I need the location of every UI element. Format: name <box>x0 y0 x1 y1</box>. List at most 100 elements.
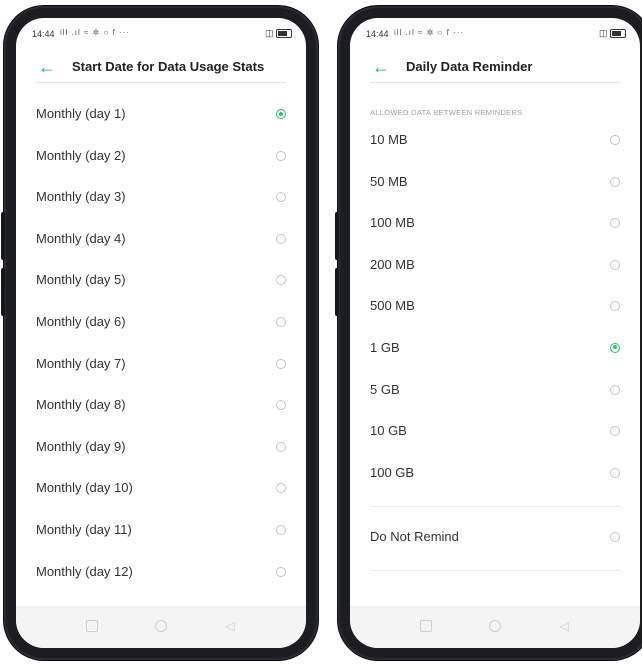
list-item-label: 1 GB <box>370 339 400 355</box>
radio-button-selected[interactable] <box>276 109 286 119</box>
back-icon[interactable]: ◁ <box>558 620 570 632</box>
list-item[interactable]: Monthly (day 3) <box>16 177 306 219</box>
scroll-fade <box>16 586 306 606</box>
list-item[interactable]: Monthly (day 9) <box>16 427 306 469</box>
radio-button[interactable] <box>610 176 620 187</box>
radio-button[interactable] <box>276 524 286 535</box>
radio-button-selected[interactable] <box>610 342 620 353</box>
radio-button[interactable] <box>610 532 620 542</box>
status-bar: 14:44 ill .ıl ≈ ✲ ○ f ··· ◫ <box>350 18 640 44</box>
list-item[interactable]: 200 MB <box>350 245 640 287</box>
list-item[interactable]: Monthly (day 10) <box>16 468 306 510</box>
list-divider <box>370 506 620 507</box>
list-item[interactable]: Monthly (day 11) <box>16 510 306 552</box>
list-item-label: Monthly (day 2) <box>36 147 126 163</box>
radio-button[interactable] <box>276 483 286 494</box>
list-item-label: 100 MB <box>370 215 415 231</box>
screen: 14:44 ill .ıl ≈ ✲ ○ f ··· ◫ ← Start Date… <box>16 18 306 648</box>
back-icon[interactable]: ◁ <box>224 620 236 632</box>
radio-button[interactable] <box>276 441 286 452</box>
list-divider <box>370 570 620 571</box>
list-item-label: Do Not Remind <box>370 529 459 544</box>
status-time: 14:44 <box>366 29 389 39</box>
list-item[interactable]: 50 MB <box>350 162 640 204</box>
radio-button[interactable] <box>276 316 286 327</box>
radio-button[interactable] <box>276 233 286 244</box>
list-item[interactable]: Monthly (day 6) <box>16 302 306 344</box>
radio-button[interactable] <box>610 467 620 478</box>
status-right-icons: ◫ <box>599 28 626 39</box>
radio-button[interactable] <box>610 426 620 437</box>
status-icons: ill .ıl ≈ ✲ ○ f ··· <box>394 28 465 37</box>
list-item[interactable]: Monthly (day 8) <box>16 385 306 427</box>
list-item[interactable]: 10 GB <box>350 411 640 453</box>
home-icon[interactable] <box>155 620 167 632</box>
volume-button <box>335 268 339 316</box>
radio-button[interactable] <box>276 400 286 411</box>
nav-bar: ◁ <box>16 606 306 648</box>
status-right-icons: ◫ <box>265 28 292 39</box>
list-item-label: 50 MB <box>370 173 408 189</box>
radio-button[interactable] <box>276 150 286 161</box>
list-item-label: Monthly (day 5) <box>36 272 126 288</box>
list-item[interactable]: 100 MB <box>350 203 640 245</box>
list-item-label: Monthly (day 1) <box>36 106 126 121</box>
list-item-label: Monthly (day 9) <box>36 438 126 454</box>
volume-button <box>1 268 5 316</box>
home-icon[interactable] <box>489 620 501 632</box>
radio-button[interactable] <box>610 384 620 395</box>
volume-button <box>1 212 5 260</box>
page-title: Start Date for Data Usage Stats <box>72 59 265 74</box>
header-divider <box>370 82 620 83</box>
section-label: ALLOWED DATA BETWEEN REMINDERS <box>370 108 523 117</box>
list-item-do-not-remind[interactable]: Do Not Remind <box>350 517 640 559</box>
list-item[interactable]: 10 MB <box>350 120 640 162</box>
battery-icon <box>276 29 292 39</box>
screen: 14:44 ill .ıl ≈ ✲ ○ f ··· ◫ ← Daily Data… <box>350 18 640 648</box>
radio-button[interactable] <box>276 192 286 203</box>
list-item[interactable]: 500 MB <box>350 286 640 328</box>
list-item-label: 100 GB <box>370 464 415 480</box>
phone-left: 14:44 ill .ıl ≈ ✲ ○ f ··· ◫ ← Start Date… <box>1 6 318 660</box>
radio-button[interactable] <box>610 301 620 312</box>
list-item-label: Monthly (day 6) <box>36 313 126 329</box>
battery-icon <box>610 29 626 39</box>
list-item[interactable]: Monthly (day 2) <box>16 136 306 178</box>
radio-button[interactable] <box>276 566 286 577</box>
status-time: 14:44 <box>32 29 55 39</box>
list-item[interactable]: Monthly (day 4) <box>16 219 306 261</box>
radio-button[interactable] <box>276 358 286 369</box>
back-arrow-icon[interactable]: ← <box>370 56 392 78</box>
recent-apps-icon[interactable] <box>86 620 98 632</box>
list-item[interactable]: Monthly (day 7) <box>16 344 306 386</box>
nav-bar: ◁ <box>350 606 640 648</box>
list-item-label: 500 MB <box>370 298 415 314</box>
vibrate-icon: ◫ <box>264 28 274 38</box>
radio-button[interactable] <box>610 135 620 145</box>
list-item[interactable]: Monthly (day 1) <box>16 94 306 136</box>
list-item-label: Monthly (day 3) <box>36 189 126 205</box>
start-date-list: Monthly (day 1) Monthly (day 2) Monthly (d… <box>16 94 306 635</box>
radio-button[interactable] <box>610 259 620 270</box>
vibrate-icon: ◫ <box>598 28 608 38</box>
list-item[interactable]: 1 GB <box>350 328 640 370</box>
list-item-label: Monthly (day 11) <box>36 521 132 537</box>
list-item-label: Monthly (day 4) <box>36 230 126 246</box>
list-item[interactable]: 100 GB <box>350 453 640 495</box>
radio-button[interactable] <box>276 275 286 286</box>
list-item[interactable]: 5 GB <box>350 370 640 412</box>
status-bar: 14:44 ill .ıl ≈ ✲ ○ f ··· ◫ <box>16 18 306 44</box>
list-item-label: 5 GB <box>370 381 400 397</box>
status-icons: ill .ıl ≈ ✲ ○ f ··· <box>60 28 131 37</box>
back-arrow-icon[interactable]: ← <box>36 56 58 78</box>
page-title: Daily Data Reminder <box>406 59 533 74</box>
list-item-label: Monthly (day 7) <box>36 355 126 371</box>
radio-button[interactable] <box>610 218 620 229</box>
recent-apps-icon[interactable] <box>420 620 432 632</box>
list-item-label: Monthly (day 8) <box>36 397 126 413</box>
list-item[interactable]: Monthly (day 5) <box>16 260 306 302</box>
list-item-label: 10 MB <box>370 132 408 147</box>
list-item-label: Monthly (day 12) <box>36 563 133 579</box>
list-item-label: 10 GB <box>370 423 407 439</box>
list-item-label: Monthly (day 10) <box>36 480 133 496</box>
